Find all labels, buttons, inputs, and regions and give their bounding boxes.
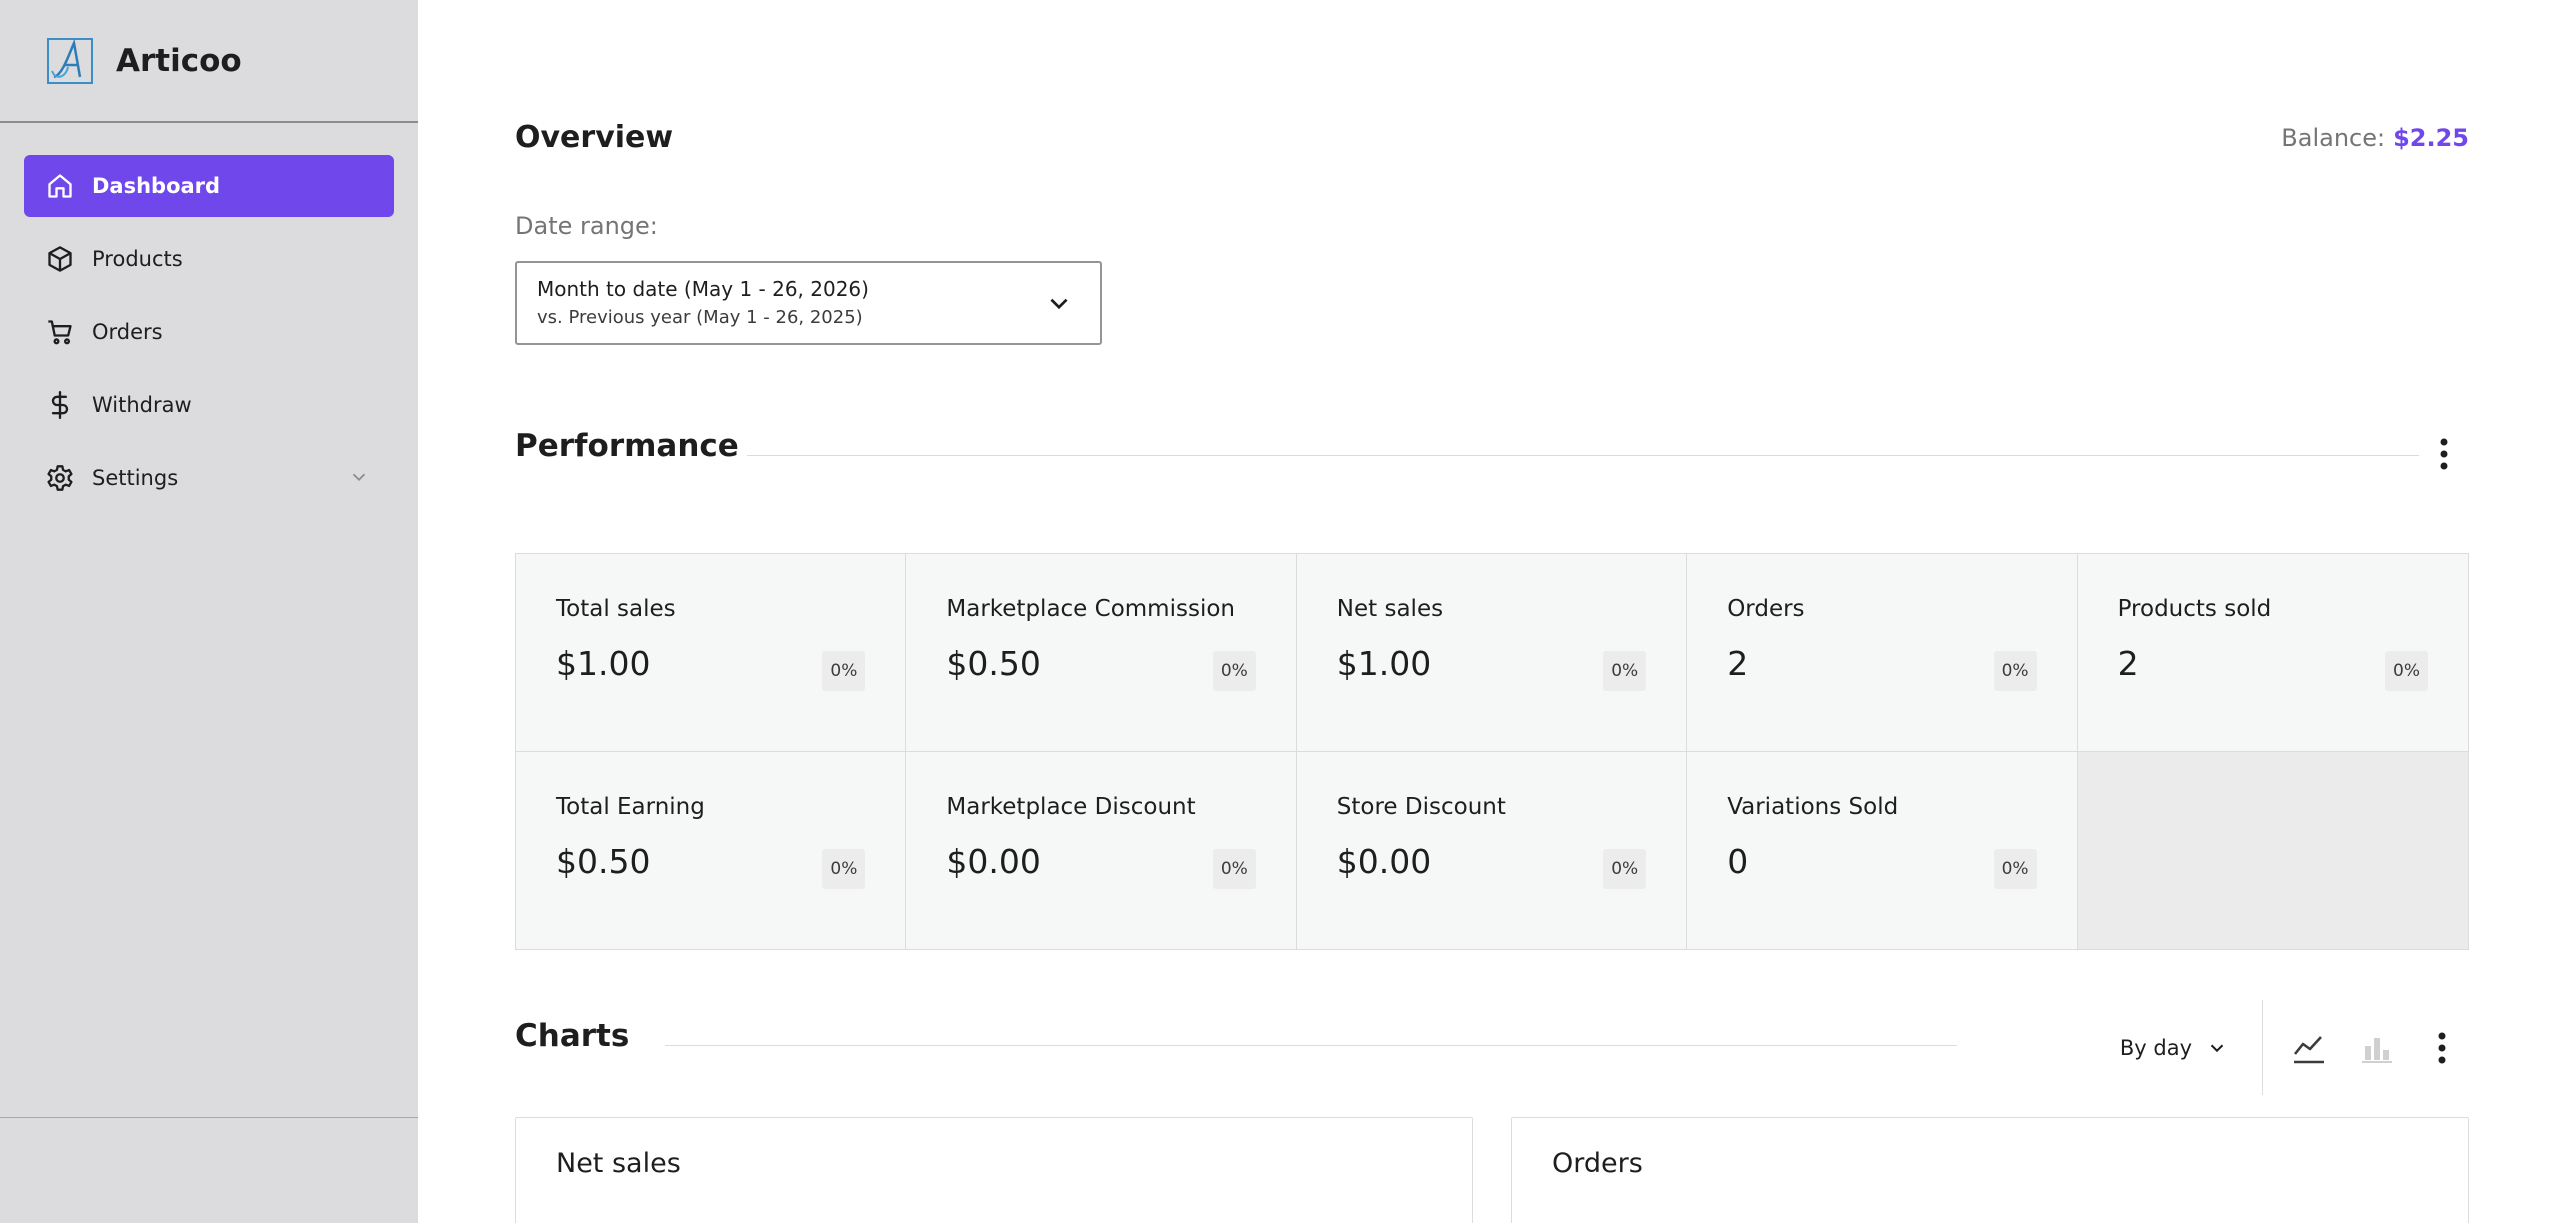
balance-label: Balance: [2281, 124, 2386, 152]
performance-title: Performance [515, 428, 747, 464]
chevron-down-icon [2210, 1044, 2224, 1052]
divider [2262, 1000, 2263, 1095]
chevron-down-icon[interactable] [348, 466, 370, 488]
chart-card-title: Net sales [556, 1148, 681, 1179]
stat-value: $1.00 [1336, 644, 1432, 683]
stat-delta-badge: 0% [1993, 651, 2037, 691]
date-range-label: Date range: [515, 212, 658, 240]
chart-card-orders: Orders [1511, 1117, 2469, 1223]
stat-label: Total Earning [556, 793, 705, 820]
stat-orders[interactable]: Orders 2 0% [1687, 554, 2078, 752]
sidebar: Articoo Dashboard Products Orders Withdr… [0, 0, 418, 1223]
sidebar-item-dashboard[interactable]: Dashboard [24, 155, 394, 217]
stat-store-discount[interactable]: Store Discount $0.00 0% [1296, 751, 1688, 949]
bar-chart-icon[interactable] [2359, 1030, 2395, 1066]
stat-value: $1.00 [556, 644, 651, 683]
more-options-icon[interactable] [2429, 434, 2459, 474]
charts-title: Charts [515, 1018, 638, 1054]
stat-value: $0.00 [946, 841, 1041, 881]
stat-delta-badge: 0% [822, 651, 866, 691]
performance-grid: Total sales $1.00 0% Marketplace Commiss… [515, 553, 2469, 950]
dollar-icon [44, 389, 76, 421]
divider [705, 455, 2419, 456]
sidebar-item-withdraw[interactable]: Withdraw [24, 374, 394, 436]
stat-label: Marketplace Discount [946, 793, 1196, 820]
sidebar-item-label: Dashboard [92, 174, 221, 198]
stat-delta-badge: 0% [1212, 651, 1256, 691]
stat-value: 0 [1727, 841, 1749, 881]
stat-label: Marketplace Commission [946, 596, 1235, 622]
interval-value: By day [2119, 1035, 2192, 1060]
stat-value: 2 [2117, 644, 2139, 683]
stat-label: Products sold [2117, 596, 2272, 622]
stat-delta-badge: 0% [822, 848, 866, 889]
stat-label: Net sales [1336, 596, 1444, 622]
articoo-logo-icon [47, 37, 93, 84]
sidebar-item-products[interactable]: Products [24, 228, 394, 290]
brand[interactable]: Articoo [0, 0, 418, 123]
date-range-select[interactable]: Month to date (May 1 - 26, 2026) vs. Pre… [515, 261, 1102, 345]
sidebar-item-label: Orders [92, 320, 163, 344]
stat-variations-sold[interactable]: Variations Sold 0 0% [1687, 751, 2078, 949]
balance-value: $2.25 [2393, 124, 2469, 152]
interval-select[interactable]: By day [2120, 1036, 2228, 1060]
gear-icon [44, 462, 76, 494]
sidebar-item-label: Settings [92, 466, 179, 490]
stat-delta-badge: 0% [1993, 848, 2037, 889]
stat-marketplace-commission[interactable]: Marketplace Commission $0.50 0% [906, 554, 1297, 752]
sidebar-item-label: Withdraw [92, 393, 192, 417]
balance: Balance: $2.25 [2281, 124, 2469, 152]
sidebar-item-settings[interactable]: Settings [24, 447, 394, 509]
stat-value: $0.50 [946, 644, 1041, 683]
sidebar-footer [0, 1117, 418, 1223]
stat-label: Total sales [556, 596, 676, 622]
stat-label: Store Discount [1336, 793, 1506, 820]
page-title: Overview [515, 120, 674, 155]
line-chart-icon[interactable] [2291, 1030, 2327, 1066]
stat-products-sold[interactable]: Products sold 2 0% [2077, 554, 2468, 752]
box-icon [44, 243, 76, 275]
stat-delta-badge: 0% [1212, 848, 1256, 889]
stat-delta-badge: 0% [1603, 651, 1647, 691]
stat-value: $0.00 [1336, 841, 1432, 881]
charts-controls: By day [2120, 1000, 2469, 1095]
stat-total-earning[interactable]: Total Earning $0.50 0% [516, 751, 907, 949]
stat-total-sales[interactable]: Total sales $1.00 0% [516, 554, 907, 752]
stat-marketplace-discount[interactable]: Marketplace Discount $0.00 0% [906, 751, 1297, 949]
stat-empty-cell [2077, 751, 2468, 949]
chart-card-net-sales: Net sales [515, 1117, 1473, 1223]
sidebar-item-label: Products [92, 247, 183, 271]
more-options-icon[interactable] [2427, 1028, 2457, 1068]
cart-icon [44, 316, 76, 348]
sidebar-item-orders[interactable]: Orders [24, 301, 394, 363]
divider [665, 1045, 1957, 1046]
stat-value: $0.50 [556, 841, 651, 881]
stat-value: 2 [1727, 644, 1749, 683]
stat-net-sales[interactable]: Net sales $1.00 0% [1296, 554, 1688, 752]
home-icon [44, 170, 76, 202]
chevron-down-icon [1050, 298, 1068, 310]
sidebar-nav: Dashboard Products Orders Withdraw Setti… [0, 123, 418, 509]
stat-delta-badge: 0% [2385, 651, 2428, 691]
performance-header: Performance [515, 428, 2469, 478]
brand-name: Articoo [116, 42, 242, 79]
stat-delta-badge: 0% [1603, 848, 1647, 889]
stat-label: Variations Sold [1727, 793, 1899, 820]
stat-label: Orders [1727, 596, 1805, 622]
date-range-primary: Month to date (May 1 - 26, 2026) [537, 277, 869, 301]
chart-card-title: Orders [1552, 1148, 1643, 1179]
date-range-secondary: vs. Previous year (May 1 - 26, 2025) [537, 307, 863, 328]
